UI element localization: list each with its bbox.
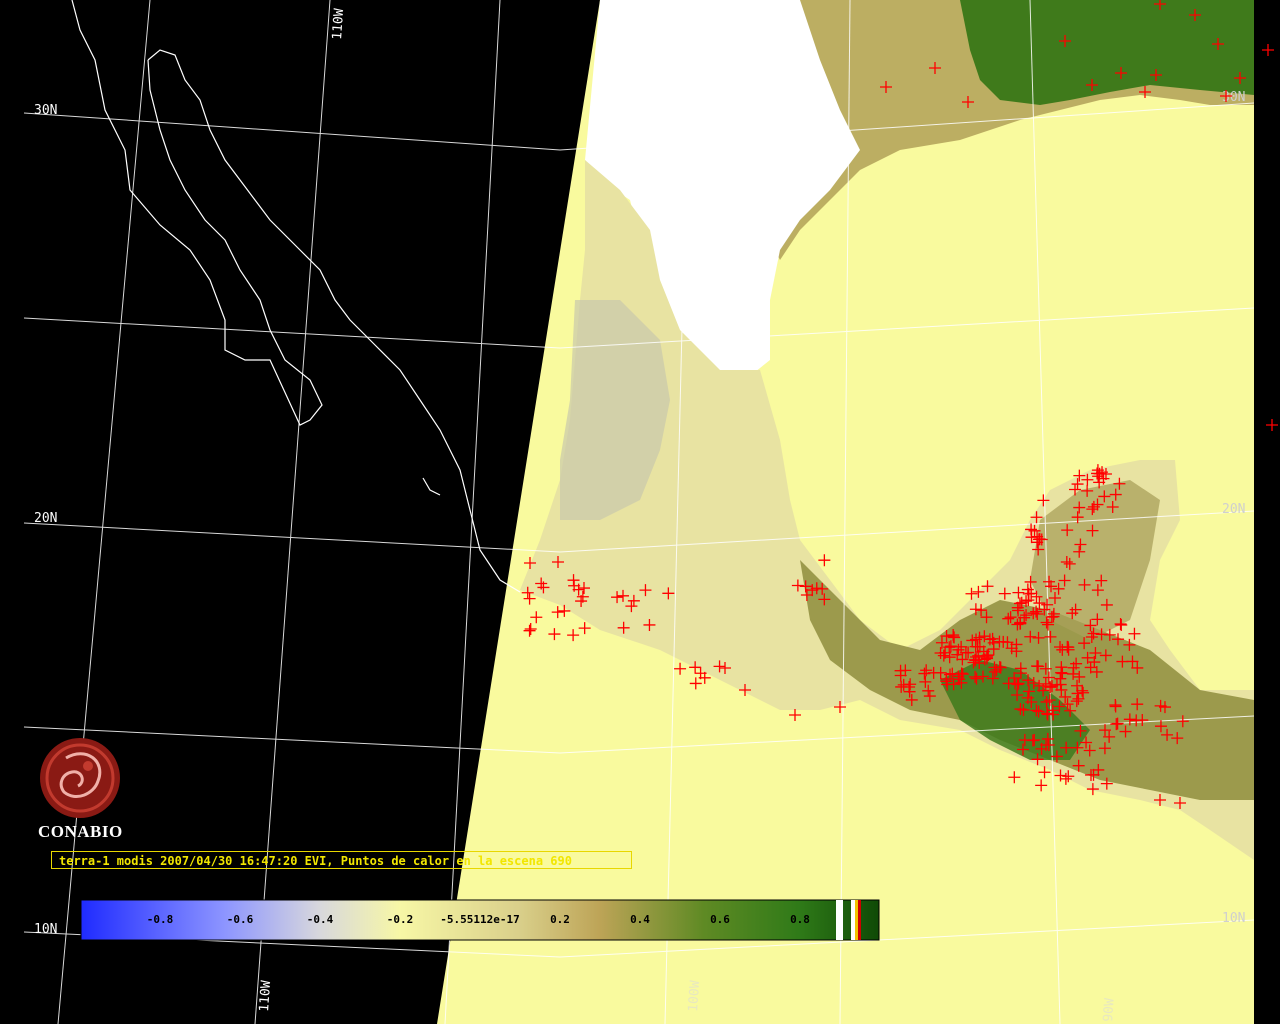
colorbar-cloud-swatch: [836, 900, 843, 940]
lat-20-right-label: 20N: [1222, 502, 1245, 517]
colorbar-tick-label: 0.2: [550, 913, 570, 926]
colorbar-tick-label: -0.4: [307, 913, 334, 926]
colorbar-tick-label: 0.6: [710, 913, 730, 926]
lon-110-top-label: 110W: [330, 8, 347, 40]
lat-10-right-label: 10N: [1222, 911, 1245, 926]
colorbar-yellow-swatch: [855, 900, 858, 940]
colorbar-tick-label: -0.8: [147, 913, 174, 926]
scene-caption: terra-1 modis 2007/04/30 16:47:20 EVI, P…: [51, 851, 632, 869]
conabio-logo: [40, 738, 120, 818]
logo-text: CONABIO: [38, 822, 123, 841]
colorbar-tick-label: -0.6: [227, 913, 254, 926]
colorbar-tick-label: -0.2: [387, 913, 414, 926]
colorbar-red-swatch: [858, 900, 861, 940]
evi-colorbar: -0.8 -0.6 -0.4 -0.2 -5.55112e-17 0.2 0.4 0.6 0.8: [80, 899, 880, 941]
us-forest: [960, 0, 1254, 105]
lon-90-bottom-label: 90W: [1101, 998, 1118, 1023]
lat-10-label: 10N: [34, 922, 57, 937]
lat-20-label: 20N: [34, 511, 57, 526]
lon-100-bottom-label: 100W: [686, 980, 703, 1012]
lat-30-label: 30N: [34, 103, 57, 118]
colorbar-tick-label: -5.55112e-17: [440, 913, 519, 926]
logo-disc: [40, 738, 120, 818]
colorbar-tick-label: 0.8: [790, 913, 810, 926]
colorbar-white-swatch: [851, 900, 855, 940]
evi-satellite-map: 30N 20N 10N 30N 20N 10N 110W 110W 100W 9…: [0, 0, 1280, 1024]
colorbar-tick-label: 0.4: [630, 913, 650, 926]
lon-110-bottom-label: 110W: [257, 980, 274, 1012]
